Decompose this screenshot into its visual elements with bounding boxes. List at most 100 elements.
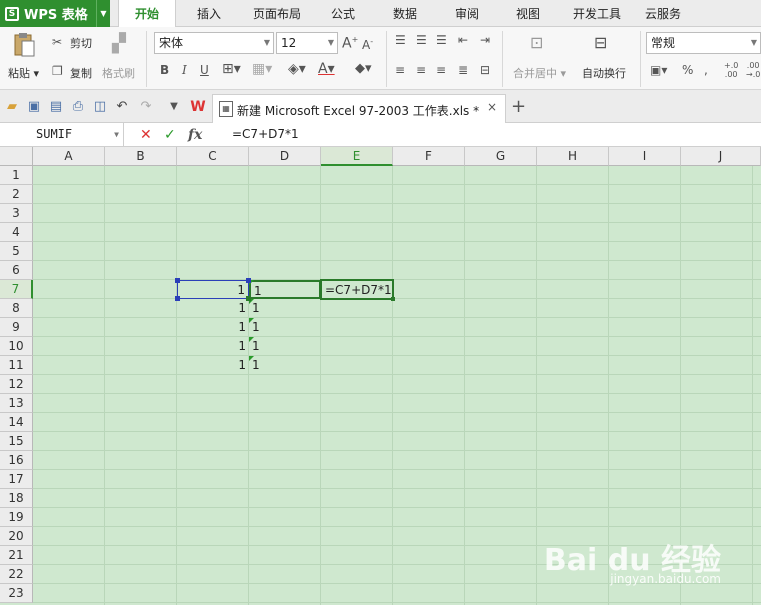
column-header-b[interactable]: B <box>105 147 177 166</box>
decrease-font-icon[interactable]: A- <box>362 37 373 52</box>
column-header-d[interactable]: D <box>249 147 321 166</box>
insert-function-icon[interactable]: fx <box>188 125 202 145</box>
align-center-icon[interactable]: ≡ <box>416 63 426 77</box>
align-right-icon[interactable]: ≡ <box>436 63 446 77</box>
align-middle-icon[interactable]: ☰ <box>416 33 427 47</box>
column-header-f[interactable]: F <box>393 147 465 166</box>
cell-style-icon[interactable]: ▦▾ <box>252 61 272 77</box>
row-header-13[interactable]: 13 <box>0 394 33 413</box>
spreadsheet-grid[interactable]: A B C D E F G H I J 1 2 3 4 5 6 7 8 9 10… <box>0 147 761 605</box>
increase-font-icon[interactable]: A+ <box>342 35 358 52</box>
column-header-e[interactable]: E <box>321 147 393 166</box>
save-icon[interactable]: ▣ <box>26 99 42 115</box>
tab-developer[interactable]: 开发工具 <box>562 0 632 27</box>
currency-icon[interactable]: ▣▾ <box>650 63 667 77</box>
row-header-14[interactable]: 14 <box>0 413 33 432</box>
row-header-2[interactable]: 2 <box>0 185 33 204</box>
cell-d7[interactable]: 1 <box>249 280 321 299</box>
row-header-23[interactable]: 23 <box>0 584 33 603</box>
undo-icon[interactable]: ↶ <box>114 99 130 115</box>
chevron-down-icon[interactable]: ▼ <box>96 0 110 27</box>
cell-e7[interactable]: =C7+D7*1 <box>320 279 394 300</box>
cell-c9[interactable]: 1 <box>177 318 249 337</box>
font-color-icon[interactable]: A▾ <box>318 61 335 77</box>
app-menu-button[interactable]: S WPS 表格 ▼ <box>0 0 110 27</box>
name-box[interactable]: SUMIF ▼ <box>0 123 124 146</box>
merge-center-icon[interactable]: ⊡ <box>530 33 543 52</box>
cell-d11[interactable]: 1 <box>249 356 321 375</box>
row-header-17[interactable]: 17 <box>0 470 33 489</box>
italic-icon[interactable]: I <box>182 63 187 77</box>
brush-icon[interactable]: ▞ <box>112 33 126 54</box>
range-handle[interactable] <box>175 296 180 301</box>
decrease-decimal-icon[interactable]: .00 →.0 <box>746 61 760 79</box>
export-pdf-icon[interactable]: ▤ <box>48 99 64 115</box>
cell-d10[interactable]: 1 <box>249 337 321 356</box>
align-left-icon[interactable]: ≡ <box>395 63 405 77</box>
row-header-19[interactable]: 19 <box>0 508 33 527</box>
print-preview-icon[interactable]: ◫ <box>92 99 108 115</box>
column-header-a[interactable]: A <box>33 147 105 166</box>
document-tab[interactable]: ▦ 新建 Microsoft Excel 97-2003 工作表.xls * × <box>212 94 506 123</box>
row-header-9[interactable]: 9 <box>0 318 33 337</box>
wrap-text-icon[interactable]: ⊟ <box>594 33 607 52</box>
underline-icon[interactable]: U <box>200 63 209 77</box>
border-icon[interactable]: ⊞▾ <box>222 61 241 77</box>
range-handle[interactable] <box>246 296 251 301</box>
tab-view[interactable]: 视图 <box>503 0 553 27</box>
increase-decimal-icon[interactable]: +.0.00 <box>724 61 738 79</box>
tab-formulas[interactable]: 公式 <box>318 0 368 27</box>
row-header-4[interactable]: 4 <box>0 223 33 242</box>
align-bottom-icon[interactable]: ☰ <box>436 33 447 47</box>
row-header-3[interactable]: 3 <box>0 204 33 223</box>
copy-button[interactable]: 复制 <box>70 65 92 81</box>
paste-button[interactable] <box>10 31 38 57</box>
redo-icon[interactable]: ↷ <box>138 99 154 115</box>
row-header-6[interactable]: 6 <box>0 261 33 280</box>
new-tab-icon[interactable]: + <box>511 96 526 117</box>
fill-color-icon[interactable]: ◈▾ <box>288 61 306 77</box>
cell-d9[interactable]: 1 <box>249 318 321 337</box>
tab-cloud-services[interactable]: 云服务 <box>638 0 688 27</box>
tab-insert[interactable]: 插入 <box>184 0 234 27</box>
bold-icon[interactable]: B <box>160 63 169 77</box>
cell-c11[interactable]: 1 <box>177 356 249 375</box>
range-handle[interactable] <box>246 278 251 283</box>
row-header-11[interactable]: 11 <box>0 356 33 375</box>
tab-page-layout[interactable]: 页面布局 <box>242 0 312 27</box>
column-header-j[interactable]: J <box>681 147 761 166</box>
row-header-20[interactable]: 20 <box>0 527 33 546</box>
cell-d8[interactable]: 1 <box>249 299 321 318</box>
row-header-16[interactable]: 16 <box>0 451 33 470</box>
wrap-text-button[interactable]: 自动换行 <box>582 65 626 81</box>
select-all-corner[interactable] <box>0 147 33 166</box>
column-header-i[interactable]: I <box>609 147 681 166</box>
comma-icon[interactable]: , <box>704 63 708 77</box>
justify-icon[interactable]: ≣ <box>458 63 468 77</box>
row-header-21[interactable]: 21 <box>0 546 33 565</box>
scissors-icon[interactable]: ✂ <box>52 35 62 49</box>
percent-icon[interactable]: % <box>682 63 693 77</box>
column-header-c[interactable]: C <box>177 147 249 166</box>
cell-c8[interactable]: 1 <box>177 299 249 318</box>
row-header-5[interactable]: 5 <box>0 242 33 261</box>
column-header-h[interactable]: H <box>537 147 609 166</box>
row-header-15[interactable]: 15 <box>0 432 33 451</box>
tab-data[interactable]: 数据 <box>380 0 430 27</box>
print-icon[interactable]: ⎙ <box>70 99 86 115</box>
copy-icon[interactable]: ❐ <box>52 64 63 78</box>
fill-handle[interactable] <box>391 297 395 301</box>
align-top-icon[interactable]: ☰ <box>395 33 406 47</box>
chevron-down-icon[interactable]: ▼ <box>114 123 119 146</box>
close-icon[interactable]: × <box>487 100 497 114</box>
range-handle[interactable] <box>175 278 180 283</box>
row-header-18[interactable]: 18 <box>0 489 33 508</box>
indent-increase-icon[interactable]: ⇥ <box>480 33 490 47</box>
number-format-select[interactable]: 常规 ▼ <box>646 32 761 54</box>
wps-w-icon[interactable]: W <box>190 99 206 115</box>
clear-format-icon[interactable]: ◆▾ <box>355 61 372 76</box>
chevron-down-icon[interactable]: ▼ <box>166 99 182 115</box>
column-header-g[interactable]: G <box>465 147 537 166</box>
font-name-select[interactable]: 宋体 ▼ <box>154 32 274 54</box>
row-header-1[interactable]: 1 <box>0 166 33 185</box>
